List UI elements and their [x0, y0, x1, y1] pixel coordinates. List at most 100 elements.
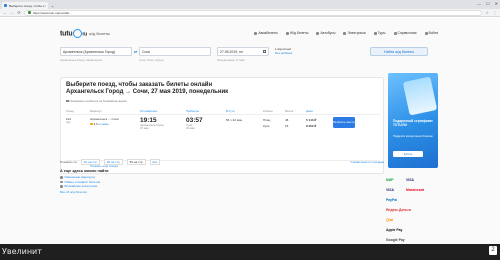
- route-to: Сочи: [111, 117, 119, 121]
- tray-icon[interactable]: 2: [489, 246, 497, 255]
- visa-logo: VISA: [386, 188, 394, 192]
- page-content: tutu ru ж/д билеты Авиабилеты Ж/д билеты …: [0, 18, 500, 252]
- checkbox-icon[interactable]: [66, 99, 69, 103]
- back-icon[interactable]: ←: [3, 10, 7, 15]
- train-sub: Ару: [66, 121, 71, 124]
- to-field[interactable]: Сочи: [139, 47, 211, 56]
- seats-count-2: 15: [285, 124, 289, 128]
- tab-title: Выберите поезд, чтобы за: [9, 3, 45, 8]
- search-button[interactable]: Найти ж/д билеты: [370, 47, 428, 56]
- mastercard-logo: Mastercard: [406, 188, 425, 192]
- col-arrival[interactable]: Прибытие: [186, 109, 199, 113]
- maximize-button[interactable]: ☐: [486, 1, 490, 6]
- rating: 3,6: [93, 122, 98, 126]
- departure-date: 27 мая: [140, 127, 149, 130]
- route-from: Архангельск: [90, 117, 108, 121]
- bullet-icon: [60, 185, 63, 188]
- note-text: Показывать прибытие на ближайшее время: [69, 99, 127, 103]
- tab-favicon-icon: [4, 4, 7, 7]
- nav-item-tours[interactable]: Туры: [373, 31, 386, 35]
- browser-tab-strip: Выберите поезд, чтобы за × + — ☐ ✕: [0, 0, 500, 9]
- info-icon: [393, 31, 397, 35]
- pager-option-selected[interactable]: 50 на стр: [126, 159, 146, 165]
- rating-icon: [90, 122, 93, 126]
- nav-item-bus[interactable]: Автобусы: [316, 31, 335, 35]
- arrival-date: 30 мая: [186, 127, 195, 130]
- window-controls: — ☐ ✕: [477, 1, 498, 6]
- nav-label: Справочная: [397, 31, 417, 35]
- promo-buy-button[interactable]: Купить: [393, 151, 423, 157]
- from-field[interactable]: Архангельск (Архангельск Город): [60, 47, 132, 56]
- star-icon[interactable]: ☆: [485, 10, 489, 15]
- forward-icon[interactable]: →: [10, 10, 14, 15]
- reviews-link[interactable]: отзывы: [99, 122, 109, 126]
- lock-icon: [28, 11, 31, 14]
- class-row-1: Плац: [263, 118, 271, 122]
- col-train: Поезд: [66, 109, 74, 113]
- col-duration[interactable]: В пути: [226, 109, 234, 113]
- site-logo[interactable]: tutu ru ж/д билеты: [60, 28, 110, 38]
- url-input[interactable]: https://www.tutu.ru/poezda/...: [24, 9, 483, 16]
- gift-card-image: [402, 76, 438, 116]
- minimize-button[interactable]: —: [477, 1, 481, 6]
- train-row: 124 Ару Архангельск — Сочи 3,6 отзывы 19…: [66, 117, 355, 130]
- top-navigation: Авиабилеты Ж/д билеты Автобусы Электричк…: [254, 31, 438, 35]
- from-hint: Архангельск-Город, Архангельск: [60, 58, 103, 62]
- related-title: А еще здесь можно найти: [60, 169, 109, 173]
- to-value: Сочи: [142, 49, 150, 54]
- browser-tab[interactable]: Выберите поезд, чтобы за ×: [2, 2, 48, 9]
- all-about-link[interactable]: Все об ж/д билетах: [60, 190, 210, 194]
- calendar-icon[interactable]: [263, 50, 266, 53]
- reload-icon[interactable]: ⟳: [17, 10, 21, 15]
- reference-link[interactable]: Справочная по поездам: [351, 160, 384, 164]
- logo-tld: ru: [82, 30, 88, 37]
- nav-item-avia[interactable]: Авиабилеты: [254, 31, 278, 35]
- mir-logo: МИР: [386, 178, 394, 182]
- nav-item-train[interactable]: Ж/д билеты: [285, 31, 308, 35]
- date-hint: Понедельник, 27 мая: [217, 58, 245, 62]
- apple-pay-logo: Apple Pay: [386, 228, 403, 232]
- date-field[interactable]: 27.05.2019, пн: [217, 47, 269, 56]
- results-header: Поезд Маршрут Отправление Прибытие В пут…: [66, 109, 380, 115]
- pager-option[interactable]: все: [149, 159, 161, 165]
- plane-icon: [254, 31, 258, 35]
- arrival-note[interactable]: Показывать прибытие на ближайшее время: [66, 99, 127, 103]
- train-icon: [285, 31, 289, 35]
- pager-option[interactable]: 10 на стр: [80, 159, 100, 165]
- arrival-time: 03:57: [186, 117, 203, 124]
- nav-label: Туры: [377, 31, 386, 35]
- col-departure[interactable]: Отправление: [140, 109, 157, 113]
- promo-subtitle: Подарите впечатления близким: [393, 135, 433, 138]
- promo-title: Подарочный сертификат TUTU.RU: [393, 119, 433, 127]
- palm-icon: [373, 31, 377, 35]
- nav-item-elektrichki[interactable]: Электрички: [343, 31, 366, 35]
- passengers-selector[interactable]: 1 взрослый Без ребёнка: [275, 47, 292, 55]
- pager-label: Показать по: [60, 160, 77, 164]
- results-pager: Показать по 10 на стр 20 на стр 50 на ст…: [60, 159, 384, 165]
- choose-seats-button[interactable]: Выбрать места: [333, 117, 355, 128]
- related-link[interactable]: Ближайшие электрички: [65, 184, 98, 189]
- visa-logo: VISA: [406, 178, 414, 182]
- taskbar: Увелинит 2: [0, 244, 500, 260]
- login-link[interactable]: Войти: [424, 31, 438, 35]
- swap-icon[interactable]: ⇄: [133, 49, 138, 54]
- col-price[interactable]: Цена: [306, 109, 313, 113]
- logo-text: tutu: [60, 29, 73, 37]
- search-form: Архангельск (Архангельск Город) ⇄ Арханг…: [60, 47, 438, 64]
- close-window-button[interactable]: ✕: [495, 1, 498, 6]
- related-item[interactable]: Ближайшие электрички: [60, 184, 210, 189]
- bus-icon: [316, 31, 320, 35]
- class-row-2: Купе: [263, 124, 270, 128]
- col-seats: Места: [285, 109, 294, 113]
- col-class: Классы: [263, 109, 273, 113]
- gift-card-banner[interactable]: Подарочный сертификат TUTU.RU Подарите в…: [388, 73, 438, 168]
- pager-option[interactable]: 20 на стр: [103, 159, 123, 165]
- date-value: 27.05.2019, пн: [220, 49, 243, 54]
- nav-label: Автобусы: [320, 31, 336, 35]
- from-value: Архангельск (Архангельск Город): [63, 49, 116, 54]
- qiwi-logo: Qiwi: [386, 218, 394, 222]
- menu-icon[interactable]: ⋮: [493, 10, 497, 15]
- logo-subtitle: ж/д билеты: [89, 30, 110, 36]
- nav-item-help[interactable]: Справочная: [393, 31, 417, 35]
- tab-close-icon[interactable]: ×: [44, 4, 46, 8]
